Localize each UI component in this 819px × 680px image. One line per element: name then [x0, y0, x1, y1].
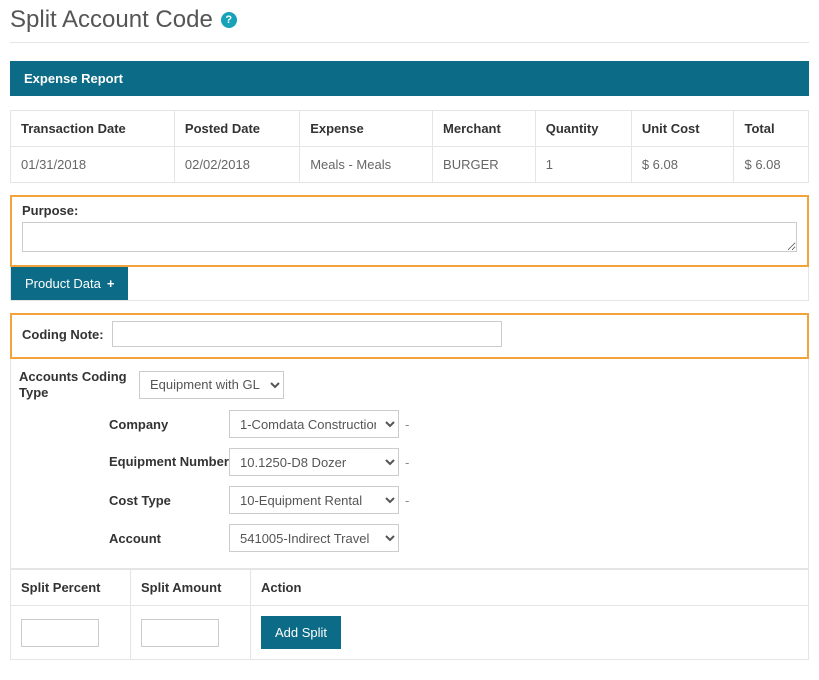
col-quantity: Quantity — [535, 111, 631, 147]
help-icon[interactable]: ? — [221, 12, 237, 28]
transaction-table: Transaction Date Posted Date Expense Mer… — [10, 110, 809, 183]
accounts-coding-block: Accounts Coding Type Equipment with GL C… — [10, 359, 809, 569]
costtype-label: Cost Type — [19, 493, 229, 508]
cell-posted-date: 02/02/2018 — [174, 147, 299, 183]
cell-merchant: BURGER — [433, 147, 536, 183]
company-select[interactable]: 1-Comdata Construction — [229, 410, 399, 438]
page-title-text: Split Account Code — [10, 6, 213, 34]
cell-expense: Meals - Meals — [300, 147, 433, 183]
col-merchant: Merchant — [433, 111, 536, 147]
costtype-row: Cost Type 10-Equipment Rental - — [19, 486, 800, 514]
table-header-row: Transaction Date Posted Date Expense Mer… — [11, 111, 809, 147]
product-data-label: Product Data — [25, 276, 101, 291]
dash-icon: - — [405, 493, 409, 508]
cell-total: $ 6.08 — [734, 147, 809, 183]
coding-type-select[interactable]: Equipment with GL — [139, 371, 284, 399]
account-select[interactable]: 541005-Indirect Travel — [229, 524, 399, 552]
account-label: Account — [19, 531, 229, 546]
page-title: Split Account Code ? — [10, 6, 809, 34]
split-header-row: Split Percent Split Amount Action — [11, 570, 809, 606]
account-row: Account 541005-Indirect Travel — [19, 524, 800, 552]
table-row: 01/31/2018 02/02/2018 Meals - Meals BURG… — [11, 147, 809, 183]
product-data-button[interactable]: Product Data + — [11, 267, 128, 300]
purpose-section: Purpose: — [10, 195, 809, 267]
coding-note-label: Coding Note: — [22, 327, 104, 342]
cell-unit-cost: $ 6.08 — [631, 147, 734, 183]
plus-icon: + — [107, 276, 115, 291]
costtype-select[interactable]: 10-Equipment Rental — [229, 486, 399, 514]
col-transaction-date: Transaction Date — [11, 111, 175, 147]
split-row: Add Split — [11, 606, 809, 660]
company-label: Company — [19, 417, 229, 432]
equipment-select[interactable]: 10.1250-D8 Dozer — [229, 448, 399, 476]
col-expense: Expense — [300, 111, 433, 147]
equipment-row: Equipment Number 10.1250-D8 Dozer - — [19, 448, 800, 476]
add-split-button[interactable]: Add Split — [261, 616, 341, 649]
col-action: Action — [251, 570, 809, 606]
expense-report-header: Expense Report — [10, 61, 809, 96]
cell-transaction-date: 01/31/2018 — [11, 147, 175, 183]
coding-type-row: Accounts Coding Type Equipment with GL — [19, 369, 800, 400]
coding-type-label: Accounts Coding Type — [19, 369, 139, 400]
title-divider — [10, 42, 809, 43]
col-split-percent: Split Percent — [11, 570, 131, 606]
col-total: Total — [734, 111, 809, 147]
dash-icon: - — [405, 417, 409, 432]
equipment-label: Equipment Number — [19, 454, 229, 470]
purpose-input[interactable] — [22, 222, 797, 252]
coding-note-section: Coding Note: — [10, 313, 809, 359]
product-data-row: Product Data + — [10, 267, 809, 301]
split-amount-input[interactable] — [141, 619, 219, 647]
dash-icon: - — [405, 455, 409, 470]
coding-note-input[interactable] — [112, 321, 502, 347]
company-row: Company 1-Comdata Construction - — [19, 410, 800, 438]
col-posted-date: Posted Date — [174, 111, 299, 147]
split-percent-input[interactable] — [21, 619, 99, 647]
col-split-amount: Split Amount — [131, 570, 251, 606]
col-unit-cost: Unit Cost — [631, 111, 734, 147]
cell-quantity: 1 — [535, 147, 631, 183]
split-table: Split Percent Split Amount Action Add Sp… — [10, 569, 809, 660]
purpose-label: Purpose: — [22, 203, 797, 218]
